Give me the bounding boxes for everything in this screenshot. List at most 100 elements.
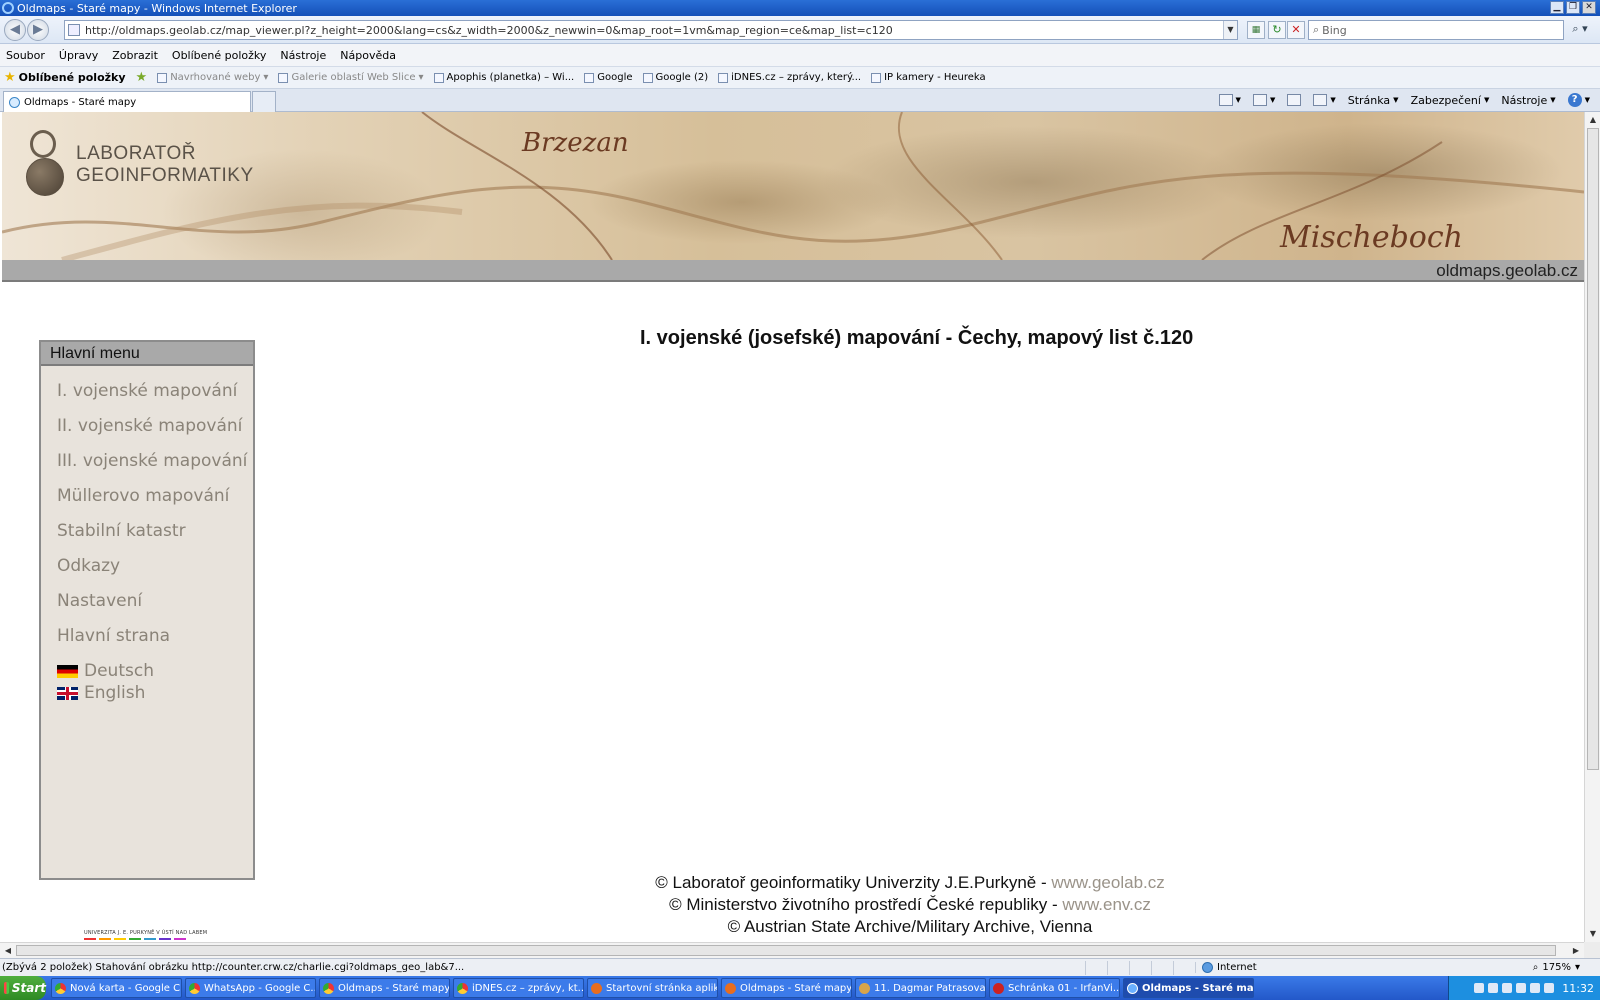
taskbar-button[interactable]: Startovní stránka aplik...	[587, 978, 718, 998]
mail-button[interactable]	[1287, 94, 1302, 106]
horizontal-scroll-thumb[interactable]	[16, 945, 1556, 956]
clock[interactable]: 11:32	[1562, 982, 1594, 995]
search-icon: ⌕	[1313, 23, 1320, 36]
menu-link-odkazy[interactable]: Odkazy	[57, 555, 253, 577]
system-tray: 11:32	[1448, 976, 1600, 1000]
menu-link-nastaveni[interactable]: Nastavení	[57, 590, 253, 612]
address-toolbar: ◀ ▶ http://oldmaps.geolab.cz/map_viewer.…	[0, 16, 1600, 44]
page-icon	[871, 72, 882, 83]
header-banner: LABORATOŘ GEOINFORMATIKY Brzezan Mischeb…	[2, 112, 1584, 260]
menu-link-3vm[interactable]: III. vojenské mapování	[57, 450, 253, 472]
taskbar-button[interactable]: 11. Dagmar Patrasova...	[855, 978, 986, 998]
status-segment	[1151, 960, 1173, 975]
taskbar-button[interactable]: Schránka 01 - IrfanVi...	[989, 978, 1120, 998]
menu-soubor[interactable]: Soubor	[6, 49, 45, 62]
university-logo[interactable]: UNIVERZITA J. E. PURKYNĚ V ÚSTÍ NAD LABE…	[84, 930, 212, 942]
favorite-item[interactable]: IP kamery - Heureka	[871, 72, 986, 83]
scroll-down-icon[interactable]: ▼	[1585, 926, 1600, 942]
menu-upravy[interactable]: Úpravy	[59, 49, 98, 62]
scroll-left-icon[interactable]: ◀	[0, 943, 16, 959]
globe-icon	[9, 96, 20, 108]
add-favorite-icon[interactable]: ★	[136, 70, 148, 85]
taskbar-button[interactable]: WhatsApp - Google C...	[185, 978, 316, 998]
network-icon[interactable]	[1530, 983, 1541, 993]
forward-button[interactable]: ▶	[27, 19, 49, 41]
security-zone[interactable]: Internet	[1195, 962, 1395, 973]
main-menu: Hlavní menu I. vojenské mapování II. voj…	[39, 340, 255, 880]
home-button[interactable]: ▼	[1218, 94, 1241, 106]
vertical-scrollbar[interactable]: ▲ ▼	[1584, 112, 1600, 942]
menu-link-katastr[interactable]: Stabilní katastr	[57, 520, 253, 542]
favorite-item[interactable]: Google (2)	[642, 72, 708, 83]
menu-link-muller[interactable]: Müllerovo mapování	[57, 485, 253, 507]
help-menu[interactable]: ? ▼	[1567, 93, 1590, 107]
security-menu[interactable]: Zabezpečení ▼	[1411, 94, 1490, 107]
tools-menu[interactable]: Nástroje ▼	[1501, 94, 1555, 107]
tray-icon[interactable]	[1474, 983, 1485, 993]
address-url[interactable]: http://oldmaps.geolab.cz/map_viewer.pl?z…	[85, 24, 893, 37]
print-button[interactable]: ▼	[1313, 94, 1336, 106]
favorite-item[interactable]: Apophis (planetka) – Wi...	[433, 72, 574, 83]
tray-icon[interactable]	[1502, 983, 1513, 993]
wa-icon	[189, 982, 200, 994]
favorite-item[interactable]: Google	[584, 72, 633, 83]
refresh-button[interactable]: ↻	[1268, 21, 1286, 39]
taskbar-button-label: Startovní stránka aplik...	[606, 982, 718, 994]
favorite-item[interactable]: Galerie oblastí Web Slice ▾	[278, 72, 424, 83]
banner-bar: oldmaps.geolab.cz	[2, 260, 1584, 282]
zoom-control[interactable]: ⌕ 175% ▾	[1533, 962, 1600, 973]
favorites-button[interactable]: ★ Oblíbené položky	[4, 70, 126, 85]
lab-logo[interactable]: LABORATOŘ GEOINFORMATIKY	[24, 130, 254, 200]
favorite-item[interactable]: Navrhované weby ▾	[157, 72, 268, 83]
feeds-button[interactable]: ▼	[1252, 94, 1275, 106]
menu-link-2vm[interactable]: II. vojenské mapování	[57, 415, 253, 437]
back-button[interactable]: ◀	[4, 19, 26, 41]
taskbar-button[interactable]: Oldmaps - Staré ma...	[1123, 978, 1254, 998]
search-input[interactable]: ⌕ Bing	[1308, 20, 1564, 40]
language-deutsch[interactable]: Deutsch	[57, 660, 253, 682]
scroll-up-icon[interactable]: ▲	[1585, 112, 1600, 128]
taskbar-button[interactable]: Oldmaps - Staré mapy...	[721, 978, 852, 998]
new-tab-button[interactable]	[252, 91, 276, 112]
menu-link-1vm[interactable]: I. vojenské mapování	[57, 380, 253, 402]
menu-zobrazit[interactable]: Zobrazit	[112, 49, 158, 62]
address-dropdown-icon[interactable]: ▼	[1223, 21, 1237, 39]
tab-oldmaps[interactable]: Oldmaps - Staré mapy	[3, 91, 251, 112]
restore-button[interactable]: ❐	[1566, 1, 1580, 14]
search-button[interactable]: ⌕ ▾	[1565, 20, 1595, 40]
menu-link-hlavni-strana[interactable]: Hlavní strana	[57, 625, 253, 647]
close-window-button[interactable]: ✕	[1582, 1, 1596, 14]
language-english[interactable]: English	[57, 682, 253, 704]
favorite-item[interactable]: iDNES.cz – zprávy, který...	[718, 72, 861, 83]
tray-icon[interactable]	[1488, 983, 1499, 993]
stop-button[interactable]: ✕	[1287, 21, 1305, 39]
compatibility-view-icon[interactable]: ▦	[1247, 21, 1265, 39]
taskbar-button-label: Oldmaps - Staré mapy...	[740, 982, 852, 994]
taskbar-button-label: iDNES.cz – zprávy, kt...	[472, 982, 584, 994]
tab-label: Oldmaps - Staré mapy	[24, 96, 137, 108]
vertical-scroll-thumb[interactable]	[1587, 128, 1599, 770]
horizontal-scrollbar[interactable]: ◀ ▶	[0, 942, 1584, 958]
menu-napoveda[interactable]: Nápověda	[340, 49, 396, 62]
taskbar-button[interactable]: Nová karta - Google C...	[51, 978, 182, 998]
geolab-link[interactable]: www.geolab.cz	[1051, 873, 1164, 892]
footer: © Laboratoř geoinformatiky Univerzity J.…	[530, 872, 1290, 938]
volume-icon[interactable]	[1516, 983, 1527, 993]
taskbar-button[interactable]: Oldmaps - Staré mapy...	[319, 978, 450, 998]
help-icon: ?	[1567, 93, 1582, 107]
page-menu[interactable]: Stránka ▼	[1348, 94, 1399, 107]
scrollbar-corner	[1584, 942, 1600, 958]
command-bar: ▼ ▼ ▼ Stránka ▼ Zabezpečení ▼ Nástroje ▼ ? ▼	[1218, 89, 1590, 111]
menu-nastroje[interactable]: Nástroje	[280, 49, 326, 62]
main-menu-title: Hlavní menu	[41, 342, 253, 366]
address-bar[interactable]: http://oldmaps.geolab.cz/map_viewer.pl?z…	[64, 20, 1238, 40]
page-icon	[718, 72, 729, 83]
windows-logo-icon	[4, 982, 9, 994]
taskbar-button[interactable]: iDNES.cz – zprávy, kt...	[453, 978, 584, 998]
minimize-button[interactable]: ▁	[1550, 1, 1564, 14]
tray-icon[interactable]	[1544, 983, 1555, 993]
start-button[interactable]: Start	[0, 976, 46, 1000]
scroll-right-icon[interactable]: ▶	[1568, 943, 1584, 959]
menu-oblibene[interactable]: Oblíbené položky	[172, 49, 267, 62]
env-link[interactable]: www.env.cz	[1062, 895, 1151, 914]
